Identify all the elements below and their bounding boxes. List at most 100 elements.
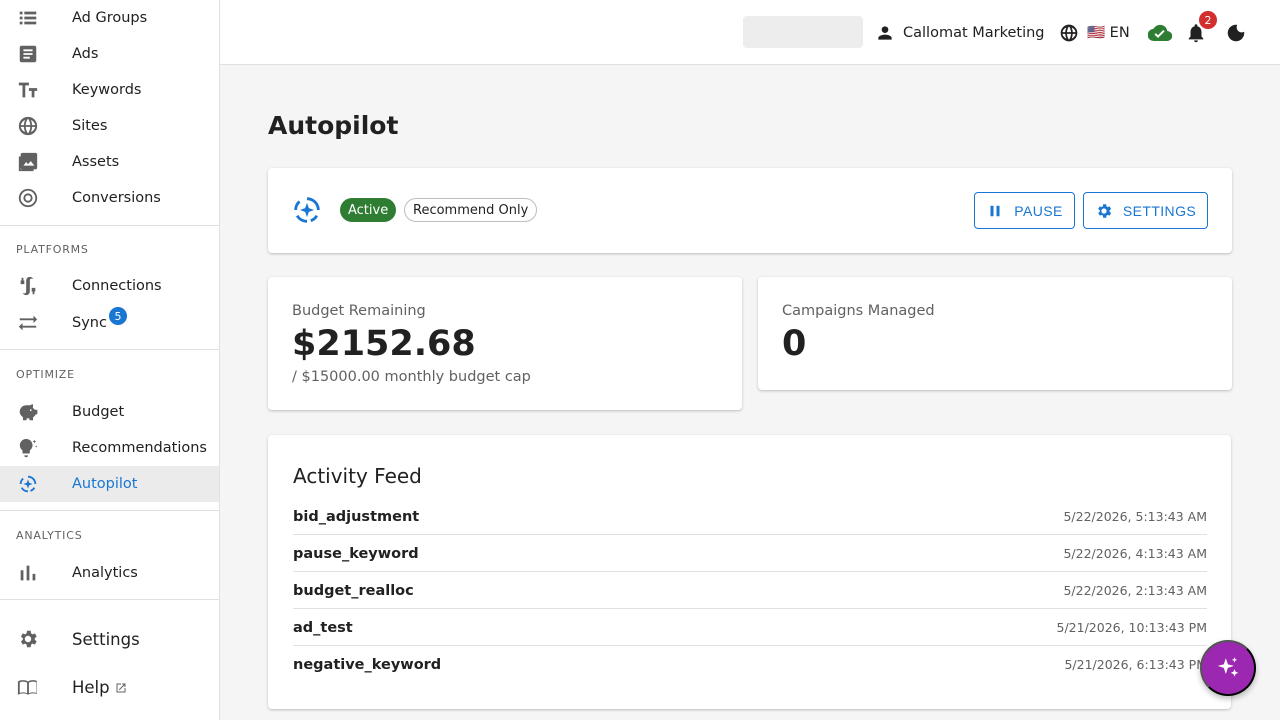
- stat-label: Budget Remaining: [292, 303, 426, 319]
- sidebar-divider: [0, 599, 219, 600]
- sidebar-item-label: Ad Groups: [72, 10, 148, 26]
- sidebar-item-label: Connections: [72, 278, 162, 294]
- activity-action: negative_keyword: [293, 657, 442, 673]
- section-header-platforms: PLATFORMS: [16, 243, 89, 256]
- sidebar-item-label: Ads: [72, 46, 99, 62]
- person-icon: [878, 25, 892, 40]
- activity-action: pause_keyword: [293, 546, 419, 562]
- autopilot-icon: [294, 197, 320, 223]
- sidebar-item-label: Settings: [72, 629, 140, 649]
- sidebar-item-label: Sync: [72, 315, 107, 331]
- activity-action: budget_realloc: [293, 583, 414, 599]
- budget-remaining-card: Budget Remaining $2152.68 / $15000.00 mo…: [268, 277, 742, 410]
- sidebar-item-settings[interactable]: Settings: [0, 621, 219, 657]
- open-in-new-icon: [116, 683, 126, 692]
- language-selector[interactable]: 🇺🇸 EN: [1059, 0, 1130, 65]
- pause-button[interactable]: PAUSE: [974, 192, 1075, 229]
- sidebar-item-label: Budget: [72, 404, 125, 420]
- sidebar-item-analytics[interactable]: Analytics: [0, 555, 219, 591]
- cable-icon: [17, 275, 39, 297]
- stat-value: $2152.68: [292, 324, 476, 364]
- page-title: Autopilot: [268, 111, 399, 140]
- sidebar-item-assets[interactable]: Assets: [0, 144, 219, 180]
- cloud-done-icon: [1148, 24, 1172, 41]
- savings-icon: [17, 401, 39, 423]
- activity-action: ad_test: [293, 620, 353, 636]
- sidebar-item-budget[interactable]: Budget: [0, 394, 219, 430]
- activity-timestamp: 5/22/2026, 5:13:43 AM: [1063, 509, 1207, 524]
- sidebar-divider: [0, 349, 219, 350]
- account-menu[interactable]: Callomat Marketing: [875, 0, 1045, 65]
- sidebar-item-label: Help: [72, 678, 127, 697]
- section-header-analytics: ANALYTICS: [16, 529, 83, 542]
- sidebar-item-label: Analytics: [72, 565, 138, 581]
- help-label: Help: [72, 677, 110, 697]
- sync-status-button[interactable]: [1148, 0, 1172, 65]
- sidebar-item-ads[interactable]: Ads: [0, 36, 219, 72]
- list-item: ad_test 5/21/2026, 10:13:43 PM: [293, 609, 1207, 646]
- sidebar-item-ad-groups[interactable]: Ad Groups: [0, 0, 219, 36]
- activity-feed-card: Activity Feed bid_adjustment 5/22/2026, …: [268, 435, 1231, 709]
- language-label: 🇺🇸 EN: [1087, 25, 1130, 41]
- account-name: Callomat Marketing: [903, 24, 1045, 41]
- dark-mode-icon: [1227, 24, 1245, 41]
- autopilot-status-card: Active Recommend Only PAUSE SETTINGS: [268, 168, 1232, 253]
- bar-chart-icon: [17, 562, 39, 584]
- activity-timestamp: 5/22/2026, 2:13:43 AM: [1063, 583, 1207, 598]
- sidebar-divider: [0, 510, 219, 511]
- search-box[interactable]: [743, 16, 863, 48]
- article-icon: [17, 43, 39, 65]
- sidebar-item-recommendations[interactable]: Recommendations: [0, 430, 219, 466]
- theme-toggle-button[interactable]: [1225, 0, 1247, 65]
- activity-timestamp: 5/21/2026, 10:13:43 PM: [1056, 620, 1207, 635]
- stat-label: Campaigns Managed: [782, 303, 935, 319]
- sidebar-item-connections[interactable]: Connections: [0, 268, 219, 304]
- activity-timestamp: 5/22/2026, 4:13:43 AM: [1063, 546, 1207, 561]
- sidebar-item-label: Conversions: [72, 190, 161, 206]
- notifications-button[interactable]: [1185, 0, 1207, 65]
- sidebar-item-label: Assets: [72, 154, 120, 170]
- mode-badge: Recommend Only: [404, 198, 538, 222]
- notification-count-badge: 2: [1199, 11, 1217, 29]
- sidebar: Ad Groups Ads Keywords Sites Assets Conv…: [0, 0, 220, 720]
- text-fields-icon: [17, 79, 39, 101]
- activity-timestamp: 5/21/2026, 6:13:43 PM: [1064, 657, 1207, 672]
- gear-icon: [17, 628, 39, 650]
- lightbulb-icon: [17, 437, 39, 459]
- settings-button-label: SETTINGS: [1122, 202, 1197, 219]
- target-icon: [17, 187, 39, 209]
- sync-count-badge: 5: [109, 307, 127, 325]
- sidebar-item-conversions[interactable]: Conversions: [0, 180, 219, 216]
- campaigns-managed-card: Campaigns Managed 0: [758, 277, 1232, 390]
- activity-action: bid_adjustment: [293, 509, 420, 525]
- sidebar-item-label: Recommendations: [72, 440, 207, 456]
- sidebar-item-keywords[interactable]: Keywords: [0, 72, 219, 108]
- list-item: pause_keyword 5/22/2026, 4:13:43 AM: [293, 535, 1207, 572]
- section-header-optimize: OPTIMIZE: [16, 368, 75, 381]
- sparkle-icon: [1217, 657, 1239, 677]
- sidebar-item-sites[interactable]: Sites: [0, 108, 219, 144]
- sync-alt-icon: [17, 312, 39, 334]
- list-item: negative_keyword 5/21/2026, 6:13:43 PM: [293, 646, 1207, 683]
- status-badge: Active: [340, 198, 397, 222]
- ai-assistant-button[interactable]: [1200, 640, 1256, 696]
- book-icon: [17, 676, 39, 698]
- sidebar-divider: [0, 225, 219, 226]
- image-icon: [17, 151, 39, 173]
- list-item: budget_realloc 5/22/2026, 2:13:43 AM: [293, 572, 1207, 609]
- top-bar: Callomat Marketing 🇺🇸 EN 2: [220, 0, 1280, 65]
- sidebar-item-label: Sites: [72, 118, 108, 134]
- pause-icon: [990, 205, 1000, 216]
- globe-icon: [1060, 24, 1078, 41]
- autopilot-icon: [17, 473, 39, 495]
- stat-subtext: / $15000.00 monthly budget cap: [292, 369, 531, 385]
- settings-button[interactable]: SETTINGS: [1083, 192, 1208, 229]
- sidebar-item-help[interactable]: Help: [0, 669, 219, 705]
- sidebar-item-label: Autopilot: [72, 476, 138, 492]
- sidebar-item-autopilot[interactable]: Autopilot: [0, 466, 219, 502]
- list-icon: [17, 7, 39, 29]
- sidebar-item-label: Keywords: [72, 82, 142, 98]
- globe-icon: [17, 115, 39, 137]
- activity-feed-title: Activity Feed: [293, 464, 422, 488]
- stat-value: 0: [782, 324, 807, 364]
